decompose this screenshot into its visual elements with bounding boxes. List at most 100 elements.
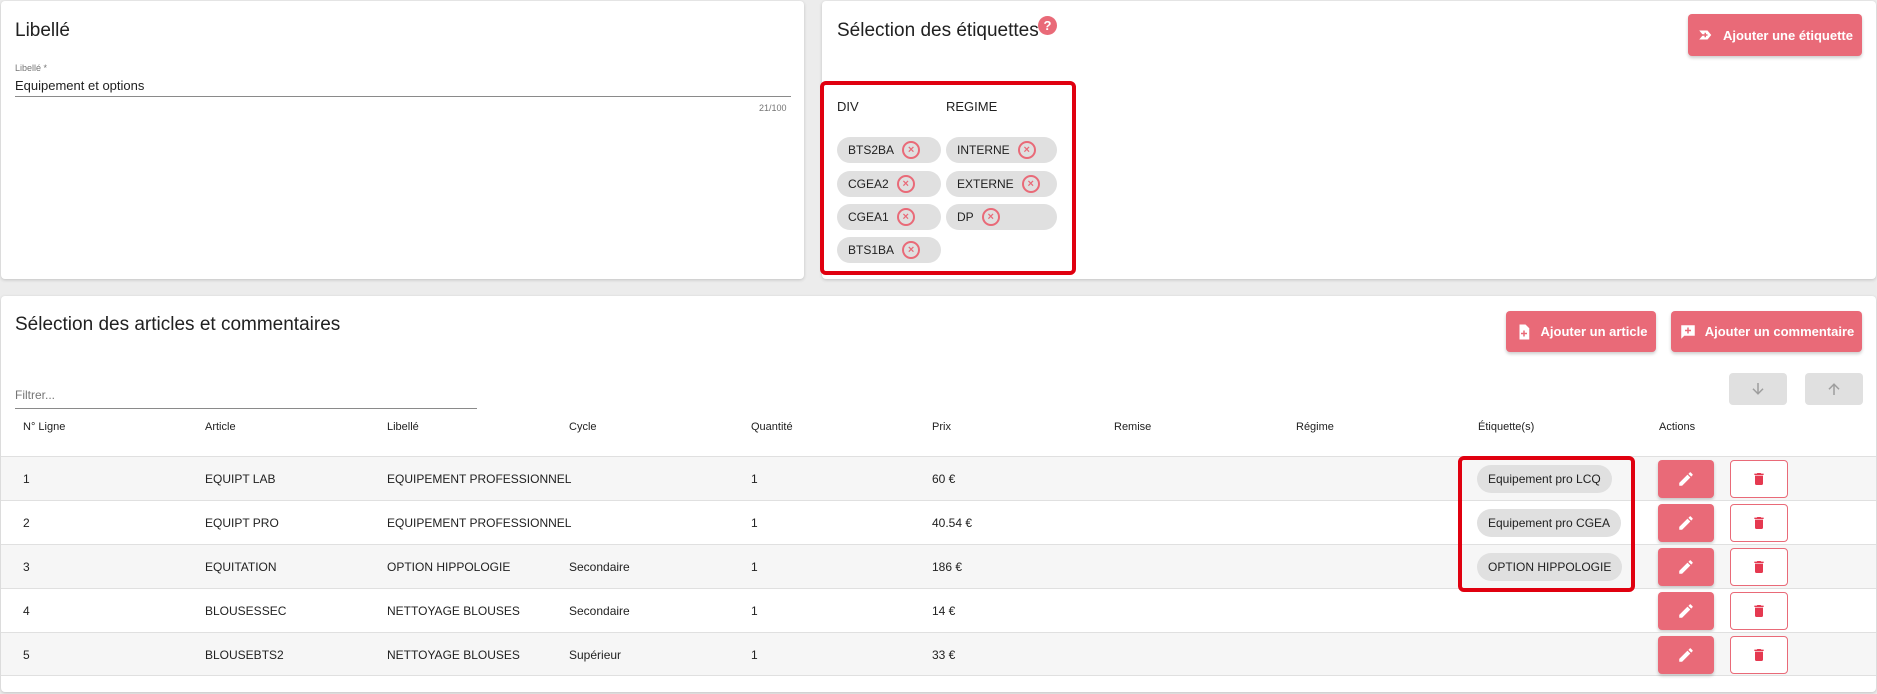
arrow-down-icon [1752,383,1764,395]
etiquette-chip[interactable]: DP × [946,204,1057,230]
delete-button[interactable] [1730,592,1788,630]
cell-libelle: EQUIPEMENT PROFESSIONNEL [387,516,572,530]
column-header-regime: Régime [1296,421,1334,433]
cell-libelle: EQUIPEMENT PROFESSIONNEL [387,472,572,486]
remove-chip-icon[interactable]: × [981,208,1000,226]
etiquette-chip[interactable]: CGEA2 × [837,171,941,197]
trash-icon [1754,517,1764,529]
chip-label: EXTERNE [957,177,1014,191]
libelle-char-counter: 21/100 [759,103,787,113]
etiquette-chip[interactable]: BTS1BA × [837,237,941,263]
chip-label: BTS1BA [848,243,895,257]
column-header-num: N° Ligne [23,421,66,433]
remove-chip-icon[interactable]: × [896,208,915,226]
cell-article: EQUIPT LAB [205,472,276,486]
add-article-button[interactable]: Ajouter un article [1506,311,1656,352]
trash-icon [1754,561,1764,573]
etiquettes-card: Sélection des étiquettes ? Ajouter une é… [820,1,1876,279]
column-header-prix: Prix [932,421,951,433]
cell-libelle: OPTION HIPPOLOGIE [387,560,511,574]
edit-pencil-icon [1679,604,1693,618]
libelle-card: Libellé Libellé * Equipement et options … [1,1,804,279]
edit-button[interactable] [1658,504,1714,542]
cell-num: 1 [23,472,30,486]
chip-label: DP [957,210,974,224]
etiquettes-column-highlight-box [1458,456,1635,592]
remove-chip-icon[interactable]: × [902,241,921,259]
help-icon[interactable]: ? [1038,16,1057,35]
cell-cycle: Secondaire [569,604,630,618]
cell-quantite: 1 [751,604,758,618]
articles-card: Sélection des articles et commentaires A… [1,296,1876,692]
column-header-quantite: Quantité [751,421,793,433]
cell-prix: 14 € [932,604,956,618]
add-comment-icon [1680,324,1695,339]
column-header-etiquettes: Étiquette(s) [1478,421,1535,433]
add-label-icon [1699,30,1712,40]
move-down-button[interactable] [1729,373,1787,405]
table-row: 4 BLOUSESSEC NETTOYAGE BLOUSES Secondair… [1,588,1876,632]
remove-chip-icon[interactable]: × [1017,141,1036,159]
add-article-icon [1519,324,1529,339]
chip-label: INTERNE [957,143,1010,157]
edit-button[interactable] [1658,592,1714,630]
etiquette-chip[interactable]: CGEA1 × [837,204,941,230]
libelle-field-label: Libellé * [15,63,48,73]
trash-icon [1754,473,1764,485]
cell-libelle: NETTOYAGE BLOUSES [387,604,520,618]
cell-num: 2 [23,516,30,530]
cell-prix: 33 € [932,648,956,662]
filter-input-underline [15,408,477,409]
cell-quantite: 1 [751,516,758,530]
cell-num: 3 [23,560,30,574]
remove-chip-icon[interactable]: × [1021,175,1040,193]
delete-button[interactable] [1730,548,1788,586]
etiquette-chip[interactable]: BTS2BA × [837,137,941,163]
add-label-button-label: Ajouter une étiquette [1722,27,1853,43]
column-header-article: Article [205,421,236,433]
column-header-libelle: Libellé [387,421,419,433]
table-row: 5 BLOUSEBTS2 NETTOYAGE BLOUSES Supérieur… [1,632,1876,676]
cell-num: 5 [23,648,30,662]
edit-pencil-icon [1679,472,1693,486]
filter-input[interactable]: Filtrer... [15,388,55,402]
edit-pencil-icon [1679,648,1693,662]
delete-button[interactable] [1730,460,1788,498]
column-header-actions: Actions [1659,421,1696,433]
add-comment-button[interactable]: Ajouter un commentaire [1671,311,1862,352]
cell-quantite: 1 [751,472,758,486]
add-label-button[interactable]: Ajouter une étiquette [1688,14,1862,56]
cell-article: BLOUSESSEC [205,604,287,618]
chip-label: CGEA2 [848,177,889,191]
delete-button[interactable] [1730,504,1788,542]
cell-prix: 186 € [932,560,963,574]
cell-prix: 60 € [932,472,956,486]
etiquette-chip[interactable]: EXTERNE × [946,171,1057,197]
cell-article: EQUITATION [205,560,277,574]
move-up-button[interactable] [1805,373,1863,405]
remove-chip-icon[interactable]: × [896,175,915,193]
chip-label: BTS2BA [848,143,895,157]
libelle-input[interactable]: Equipement et options [15,78,144,93]
edit-button[interactable] [1658,548,1714,586]
etiquette-column-header-regime: REGIME [946,99,998,114]
libelle-input-underline [15,96,791,97]
remove-chip-icon[interactable]: × [902,141,921,159]
cell-quantite: 1 [751,560,758,574]
trash-icon [1754,649,1764,661]
edit-button[interactable] [1658,460,1714,498]
arrow-up-icon [1828,383,1840,395]
edit-pencil-icon [1679,516,1693,530]
chip-label: CGEA1 [848,210,889,224]
etiquette-chip[interactable]: INTERNE × [946,137,1057,163]
edit-pencil-icon [1679,560,1693,574]
cell-cycle: Secondaire [569,560,630,574]
edit-button[interactable] [1658,636,1714,674]
delete-button[interactable] [1730,636,1788,674]
trash-icon [1754,605,1764,617]
cell-libelle: NETTOYAGE BLOUSES [387,648,520,662]
column-header-remise: Remise [1114,421,1152,433]
libelle-card-title: Libellé [15,20,70,41]
articles-card-title: Sélection des articles et commentaires [15,314,341,335]
cell-article: BLOUSEBTS2 [205,648,284,662]
